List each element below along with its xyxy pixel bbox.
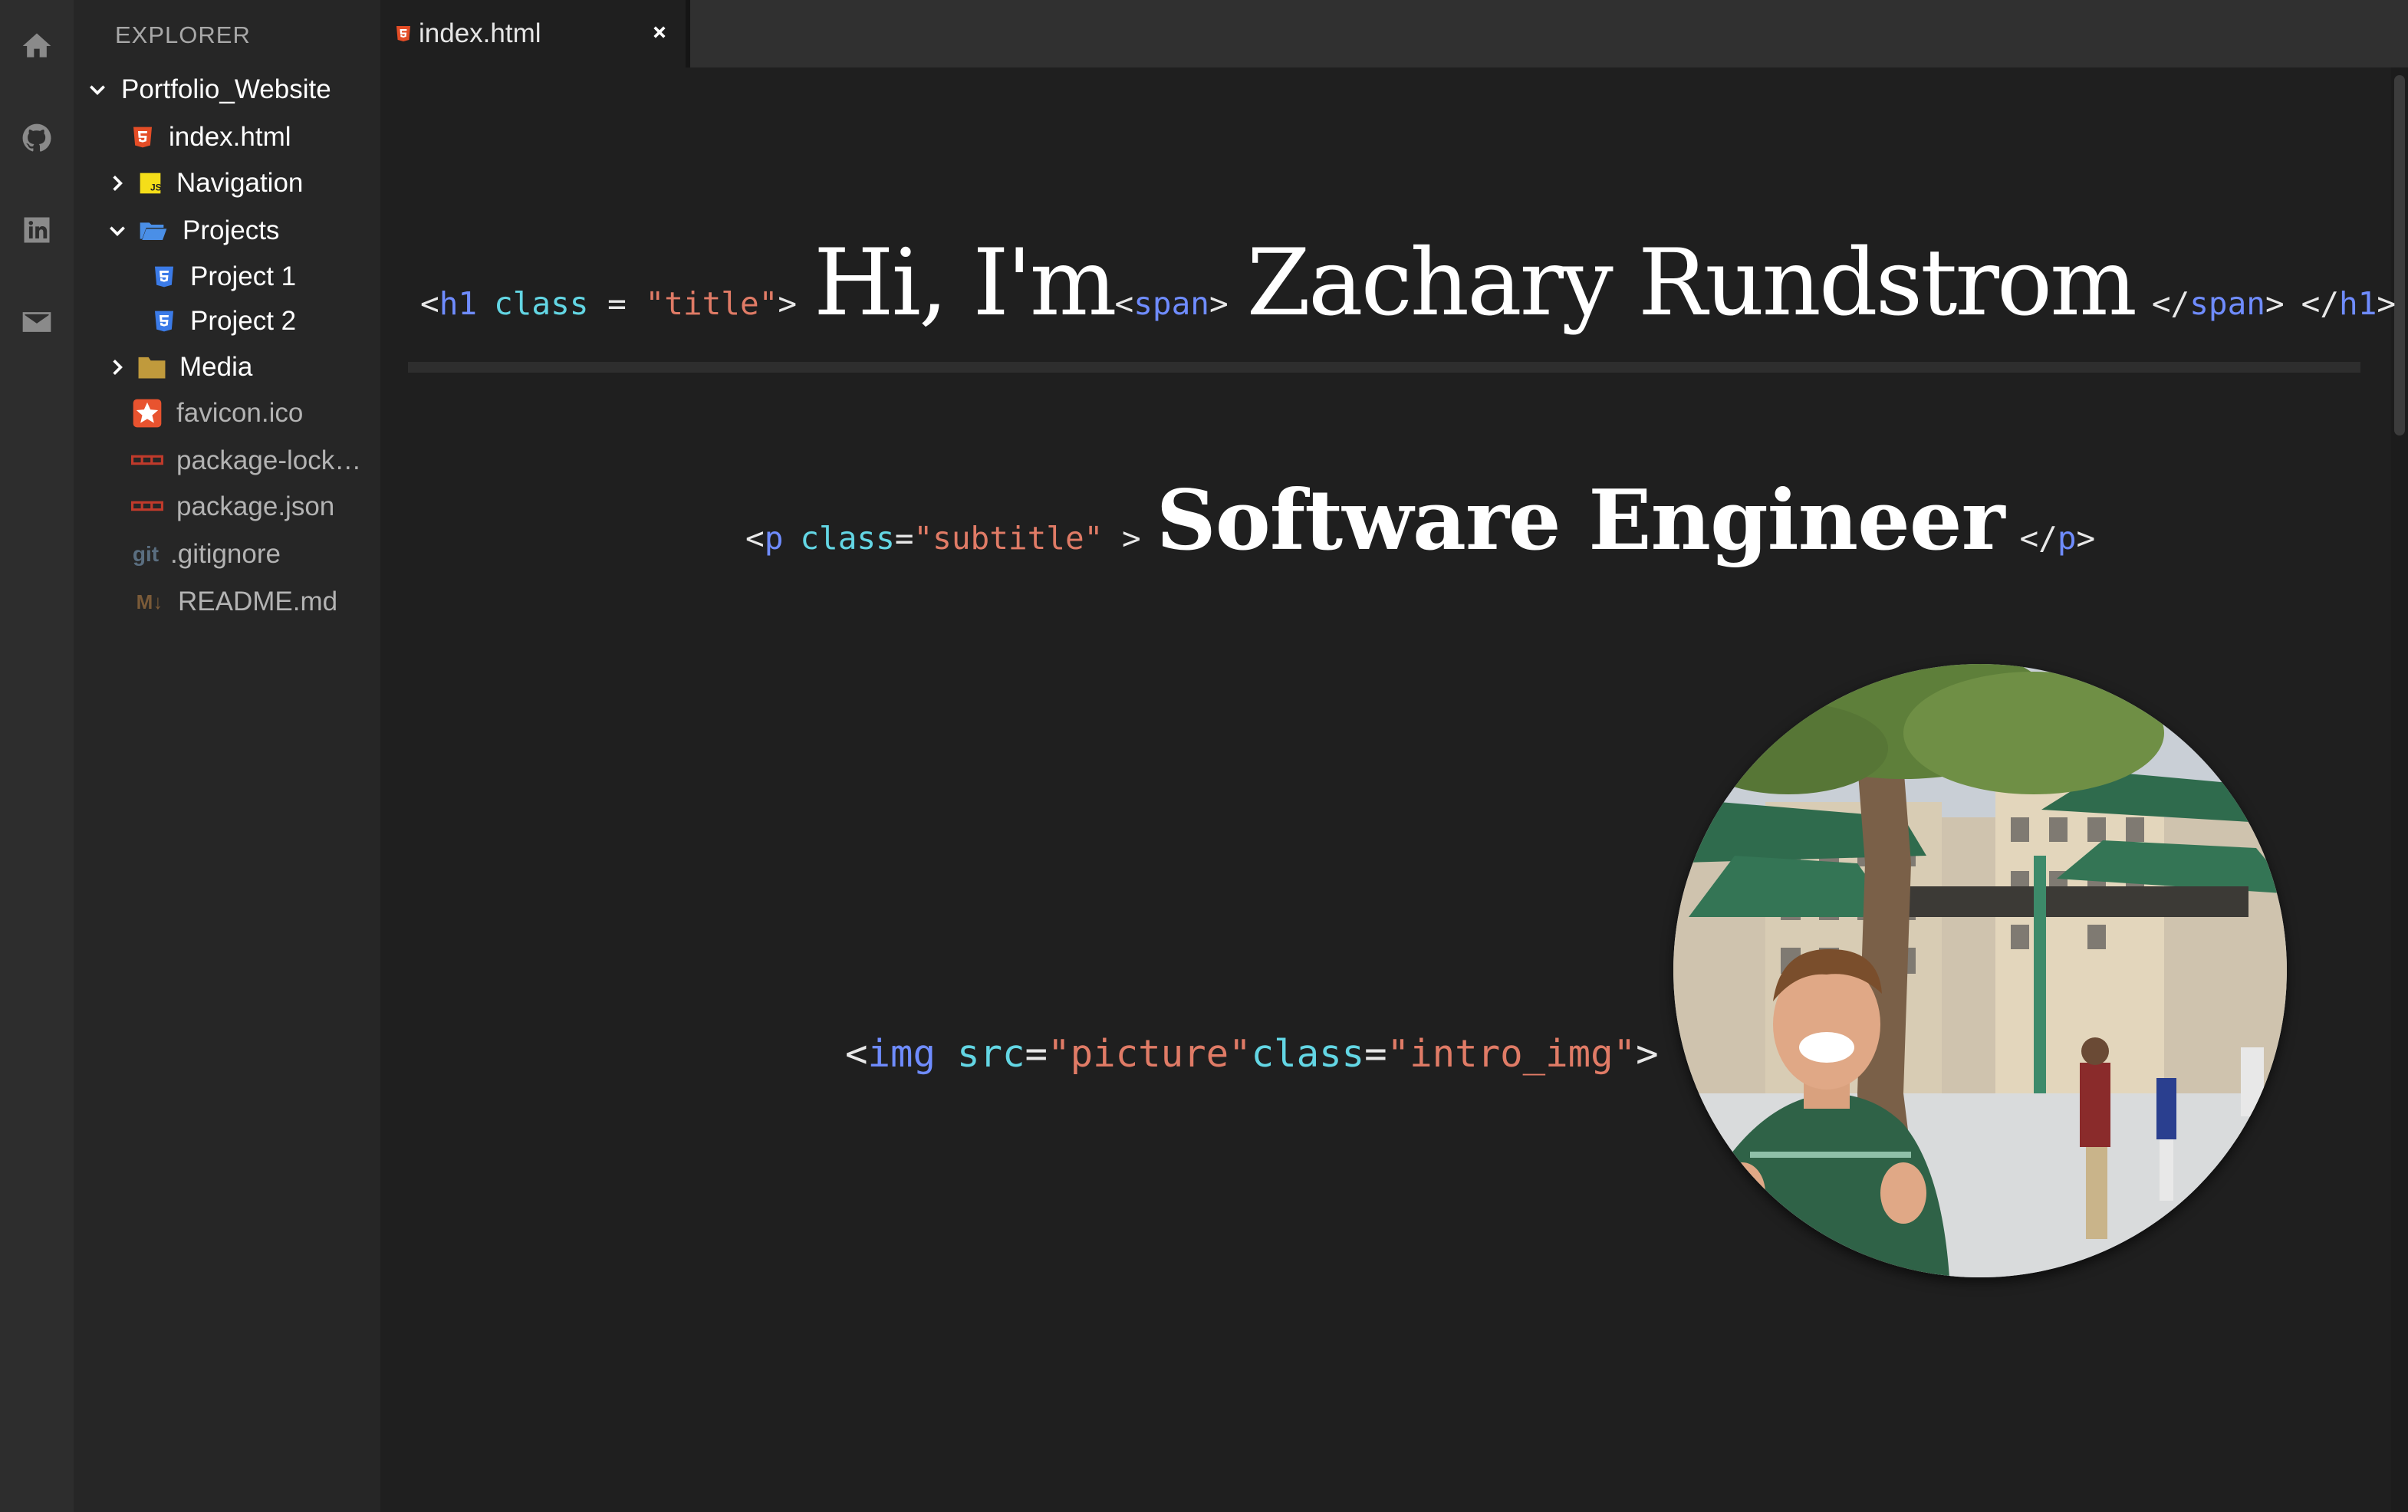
profile-photo-illustration — [1673, 664, 2287, 1277]
code-punctuation: </ — [2151, 285, 2190, 322]
svg-text:JS: JS — [150, 182, 162, 192]
code-attribute: src — [957, 1032, 1025, 1076]
code-punctuation: < — [745, 520, 765, 557]
name-text: Zachary Rundstrom — [1246, 230, 2137, 337]
code-punctuation: </ — [2301, 285, 2340, 322]
css3-icon — [150, 263, 178, 291]
javascript-icon: JS — [137, 169, 164, 197]
code-tag: h1 — [439, 285, 478, 322]
chevron-down-icon — [84, 77, 110, 103]
code-punctuation: > — [1209, 285, 1229, 322]
npm-icon — [130, 493, 164, 521]
github-icon[interactable] — [17, 118, 57, 158]
profile-photo — [1673, 664, 2287, 1277]
home-icon[interactable] — [17, 26, 57, 66]
divider — [408, 362, 2360, 373]
html5-icon — [129, 123, 156, 151]
folder-icon — [137, 353, 167, 381]
file-label: package-lock… — [176, 445, 362, 475]
activity-bar — [0, 0, 74, 1512]
code-tag: span — [1133, 285, 1209, 322]
code-tag: h1 — [2339, 285, 2377, 322]
code-punctuation: = — [1364, 1032, 1387, 1076]
code-punctuation: > — [778, 285, 798, 322]
file-label: README.md — [178, 587, 338, 616]
code-string: "subtitle" — [913, 520, 1104, 557]
file-label: .gitignore — [170, 539, 281, 569]
tab-index-html[interactable]: index.html — [380, 0, 690, 67]
git-icon: git — [132, 542, 160, 566]
code-tag: p — [764, 520, 784, 557]
folder-label: Media — [179, 352, 253, 382]
folder-root-label: Portfolio_Website — [121, 74, 331, 104]
folder-root[interactable]: Portfolio_Website — [84, 71, 331, 109]
heading-line: < h1 class = "title" > Hi, I'm < span > … — [420, 230, 2396, 345]
file-label: package.json — [176, 491, 335, 521]
linkedin-icon[interactable] — [17, 210, 57, 250]
code-punctuation: = — [1025, 1032, 1048, 1076]
chevron-right-icon — [104, 354, 130, 380]
explorer-title: EXPLORER — [115, 21, 251, 48]
code-tag: p — [2057, 520, 2077, 557]
file-package-lock[interactable]: package-lock… — [130, 442, 361, 480]
code-punctuation: > — [2377, 285, 2396, 322]
html5-icon — [393, 20, 414, 48]
code-attribute: class — [1251, 1032, 1365, 1076]
file-project-1[interactable]: Project 1 — [150, 258, 296, 296]
file-label: Navigation — [176, 168, 304, 198]
code-punctuation: > — [1636, 1032, 1659, 1076]
file-label: Project 2 — [190, 306, 297, 336]
folder-label: Projects — [183, 215, 280, 245]
file-favicon[interactable]: favicon.ico — [130, 394, 303, 432]
code-punctuation: < — [1114, 285, 1134, 322]
image-tag-line: < img src = "picture" class = "intro_img… — [845, 1032, 1659, 1076]
code-attribute: class — [800, 520, 895, 557]
file-package-json[interactable]: package.json — [130, 488, 334, 526]
file-label: index.html — [169, 122, 291, 152]
file-label: Project 1 — [190, 261, 297, 291]
close-icon[interactable] — [644, 17, 675, 48]
folder-media[interactable]: Media — [104, 348, 252, 386]
code-punctuation: > — [2265, 285, 2285, 322]
code-punctuation: = — [588, 285, 646, 322]
file-readme[interactable]: M↓ README.md — [130, 583, 337, 621]
code-punctuation: </ — [2019, 520, 2058, 557]
greeting-text: Hi, I'm — [814, 230, 1117, 337]
css3-icon — [150, 307, 178, 335]
code-string: "picture" — [1048, 1032, 1252, 1076]
code-tag: img — [867, 1032, 936, 1076]
mail-icon[interactable] — [17, 302, 57, 342]
file-gitignore[interactable]: git .gitignore — [130, 535, 281, 574]
subtitle-text: Software Engineer — [1156, 472, 2005, 569]
code-tag: span — [2189, 285, 2265, 322]
code-attribute: class — [494, 285, 589, 322]
open-folder-icon — [137, 217, 170, 245]
file-index-html[interactable]: index.html — [129, 118, 291, 156]
code-punctuation: < — [845, 1032, 868, 1076]
star-icon — [130, 399, 164, 428]
markdown-icon: M↓ — [136, 590, 163, 613]
explorer-sidebar: EXPLORER Portfolio_Website index.html JS… — [74, 0, 380, 1512]
npm-icon — [130, 447, 164, 475]
code-punctuation: < — [420, 285, 439, 322]
code-punctuation: > — [2076, 520, 2096, 557]
chevron-right-icon — [104, 170, 130, 196]
folder-projects[interactable]: Projects — [104, 212, 279, 250]
code-punctuation: > — [1103, 520, 1141, 557]
app-window: EXPLORER Portfolio_Website index.html JS… — [0, 0, 2408, 1512]
subtitle-line: < p class = "subtitle" > Software Engine… — [745, 472, 2095, 572]
tab-bar: index.html — [380, 0, 2408, 67]
chevron-down-icon — [104, 218, 130, 244]
file-navigation[interactable]: JS Navigation — [104, 164, 303, 202]
code-string: "intro_img" — [1387, 1032, 1637, 1076]
file-label: favicon.ico — [176, 398, 304, 428]
code-string: "title" — [645, 285, 778, 322]
code-punctuation: = — [894, 520, 914, 557]
file-project-2[interactable]: Project 2 — [150, 302, 296, 340]
tab-label: index.html — [419, 18, 541, 48]
